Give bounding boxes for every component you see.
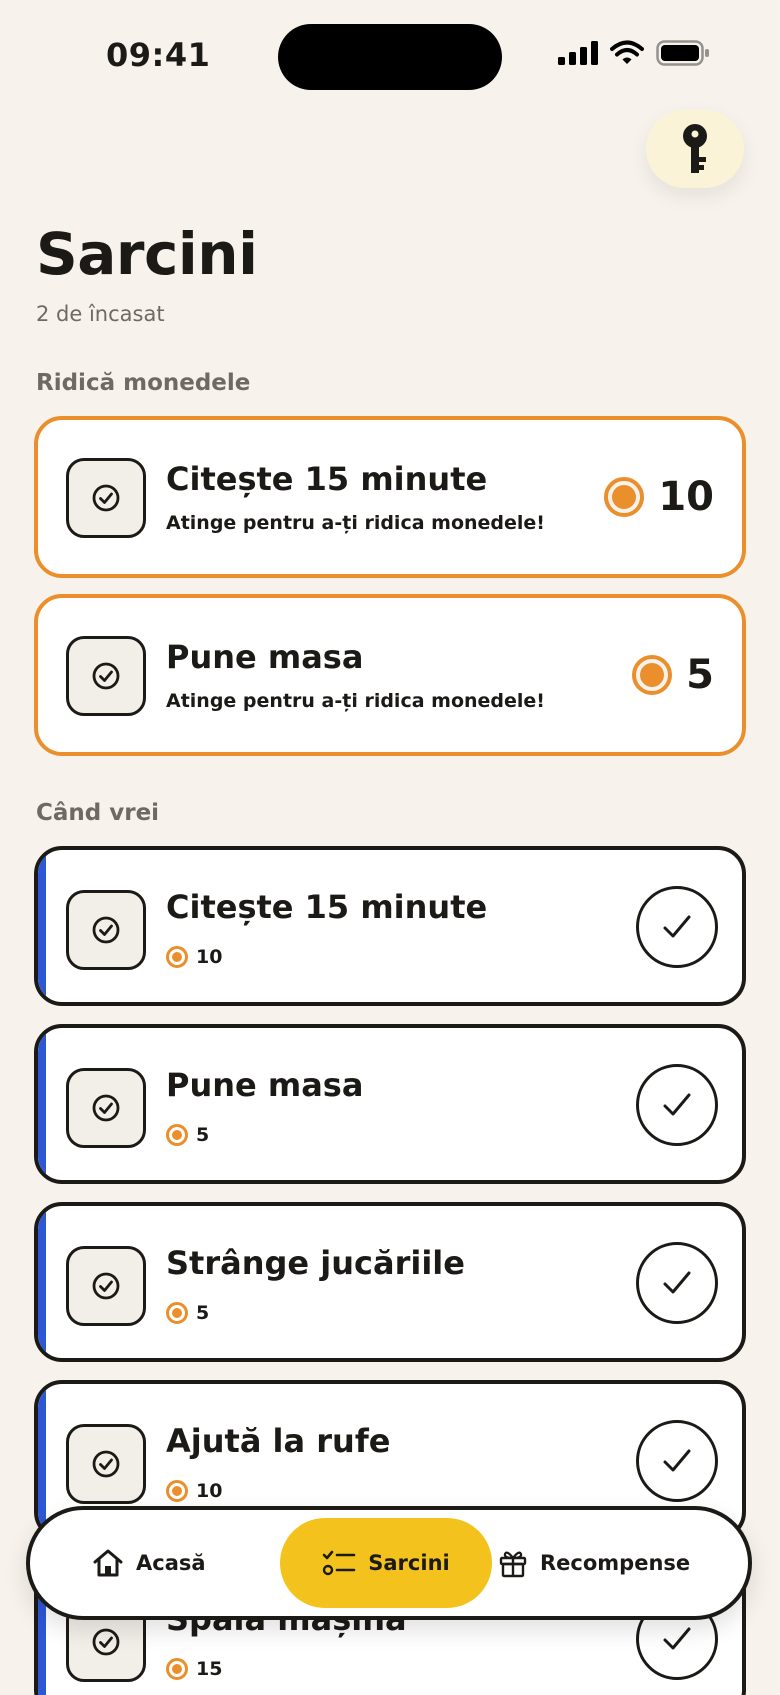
- checkmark-icon: [663, 1271, 691, 1294]
- complete-task-button[interactable]: [636, 1420, 718, 1502]
- status-bar: 09:41: [0, 0, 780, 110]
- parent-access-button[interactable]: [646, 110, 744, 188]
- checkmark-icon: [663, 1627, 691, 1650]
- coin-icon: [166, 946, 188, 968]
- collect-card[interactable]: Citește 15 minute Atinge pentru a-ți rid…: [34, 416, 746, 578]
- checklist-icon: [322, 1550, 356, 1576]
- key-icon: [683, 124, 707, 173]
- status-time: 09:41: [106, 36, 211, 74]
- bottom-nav: Acasă Sarcini Recompense: [26, 1506, 752, 1620]
- task-icon-box: [66, 1424, 146, 1504]
- coin-icon: [166, 1124, 188, 1146]
- checkmark-icon: [663, 1093, 691, 1116]
- page-subtitle: 2 de încasat: [36, 302, 165, 326]
- signal-icon: [558, 41, 598, 65]
- wifi-icon: [610, 40, 644, 64]
- complete-task-button[interactable]: [636, 1242, 718, 1324]
- checkmark-icon: [663, 1449, 691, 1472]
- check-circle-icon: [92, 1628, 120, 1656]
- nav-tasks-label: Sarcini: [368, 1551, 450, 1575]
- coin-reward: 5: [632, 652, 714, 698]
- dynamic-island: [278, 24, 502, 90]
- check-circle-icon: [92, 1094, 120, 1122]
- check-circle-icon: [92, 916, 120, 944]
- task-title: Citește 15 minute: [166, 460, 488, 498]
- coin-amount: 5: [196, 1124, 210, 1146]
- task-title: Pune masa: [166, 638, 364, 676]
- check-circle-icon: [92, 662, 120, 690]
- home-icon: [93, 1549, 123, 1577]
- nav-home[interactable]: Acasă: [92, 1510, 206, 1616]
- task-title: Pune masa: [166, 1066, 364, 1104]
- complete-task-button[interactable]: [636, 886, 718, 968]
- nav-tasks[interactable]: Sarcini: [280, 1518, 492, 1608]
- section-label-collect: Ridică monedele: [36, 370, 251, 396]
- checkmark-icon: [663, 915, 691, 938]
- coin-amount: 10: [196, 1480, 223, 1502]
- coin-icon: [604, 477, 645, 517]
- task-title: Ajută la rufe: [166, 1422, 391, 1460]
- coin-reward: 10: [166, 946, 222, 968]
- task-title: Strânge jucăriile: [166, 1244, 465, 1282]
- coin-amount: 10: [658, 474, 714, 520]
- check-circle-icon: [92, 1272, 120, 1300]
- page-title: Sarcini: [36, 220, 258, 288]
- coin-icon: [166, 1302, 188, 1324]
- coin-amount: 5: [196, 1302, 210, 1324]
- complete-task-button[interactable]: [636, 1064, 718, 1146]
- coin-icon: [166, 1658, 188, 1680]
- task-title: Citește 15 minute: [166, 888, 488, 926]
- task-card[interactable]: Strânge jucăriile 5: [34, 1202, 746, 1362]
- task-icon-box: [66, 636, 146, 716]
- nav-rewards-label: Recompense: [540, 1551, 691, 1575]
- coin-reward: 10: [166, 1480, 222, 1502]
- task-icon-box: [66, 458, 146, 538]
- task-icon-box: [66, 1068, 146, 1148]
- task-card[interactable]: Citește 15 minute 10: [34, 846, 746, 1006]
- check-circle-icon: [92, 484, 120, 512]
- task-icon-box: [66, 1246, 146, 1326]
- check-circle-icon: [92, 1450, 120, 1478]
- coin-amount: 10: [196, 946, 223, 968]
- coin-reward: 15: [166, 1658, 222, 1680]
- battery-icon: [656, 40, 709, 66]
- coin-amount: 15: [196, 1658, 223, 1680]
- coin-reward: 5: [166, 1302, 209, 1324]
- collect-hint: Atinge pentru a-ți ridica monedele!: [166, 690, 545, 712]
- task-card[interactable]: Pune masa 5: [34, 1024, 746, 1184]
- nav-rewards[interactable]: Recompense: [498, 1510, 690, 1616]
- coin-icon: [632, 655, 673, 695]
- coin-reward: 5: [166, 1124, 209, 1146]
- coin-amount: 5: [686, 652, 714, 698]
- coin-icon: [166, 1480, 188, 1502]
- status-icons: [558, 40, 710, 66]
- collect-hint: Atinge pentru a-ți ridica monedele!: [166, 512, 545, 534]
- section-label-anytime: Când vrei: [36, 800, 160, 826]
- collect-card[interactable]: Pune masa Atinge pentru a-ți ridica mone…: [34, 594, 746, 756]
- gift-icon: [499, 1551, 527, 1578]
- nav-home-label: Acasă: [136, 1551, 206, 1575]
- task-icon-box: [66, 890, 146, 970]
- coin-reward: 10: [604, 474, 714, 520]
